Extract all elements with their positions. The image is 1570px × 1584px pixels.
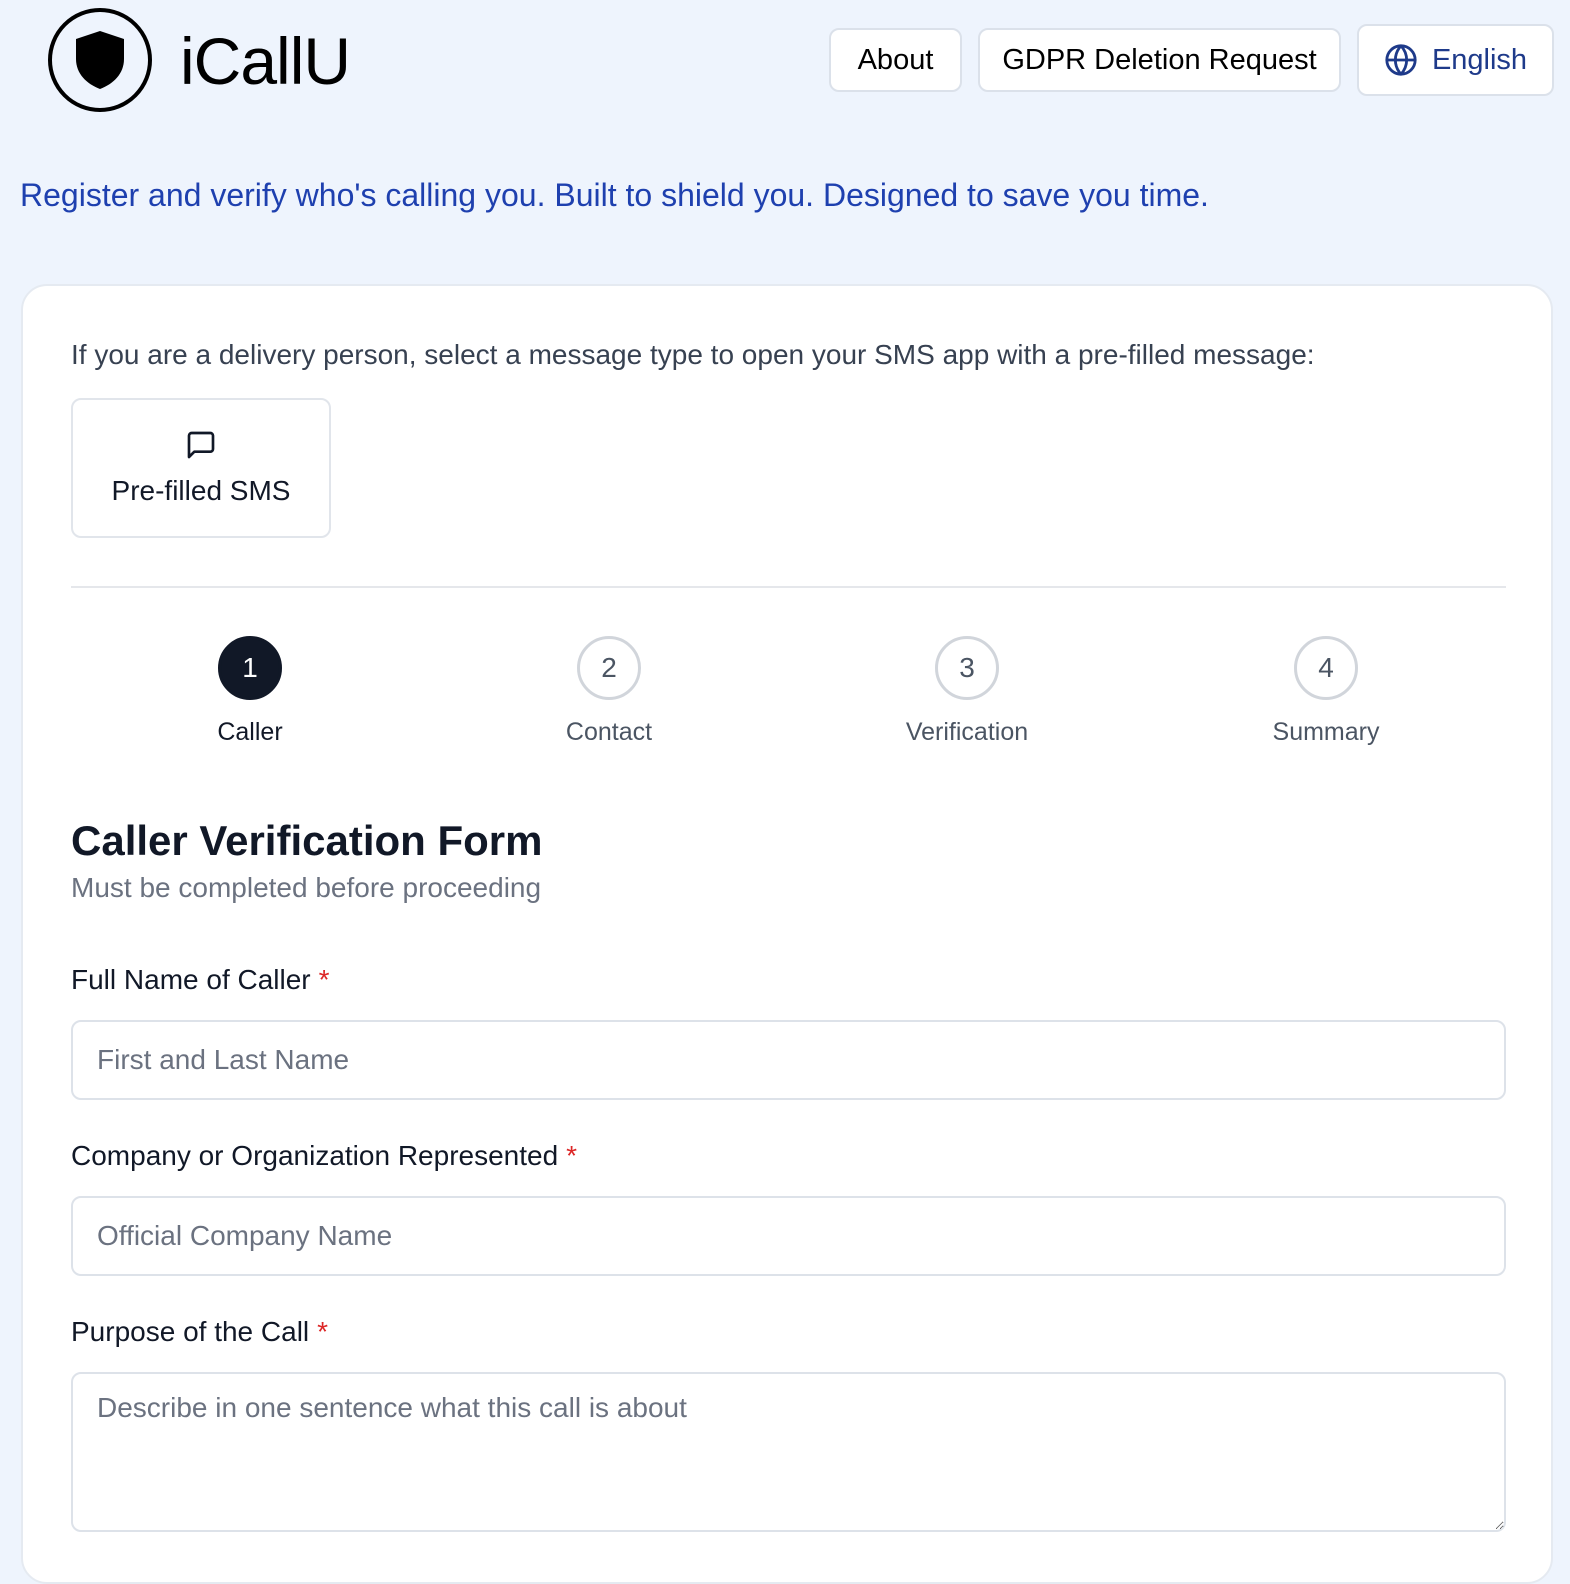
step-summary[interactable]: 4 Summary <box>1226 636 1426 748</box>
required-marker: * <box>318 964 330 995</box>
brand-name: iCallU <box>180 24 351 98</box>
message-square-icon <box>187 431 215 459</box>
required-marker: * <box>317 1316 329 1347</box>
full-name-label-text: Full Name of Caller <box>71 964 311 995</box>
step-number: 1 <box>218 636 282 700</box>
company-label-text: Company or Organization Represented <box>71 1140 559 1171</box>
form-title: Caller Verification Form <box>71 817 543 864</box>
step-caller[interactable]: 1 Caller <box>150 636 350 748</box>
shield-icon <box>76 31 124 89</box>
site-header: iCallU About GDPR Deletion Request Engli… <box>0 0 1570 125</box>
divider <box>71 586 1506 588</box>
step-label: Summary <box>1272 718 1380 746</box>
full-name-label: Full Name of Caller * <box>71 962 330 998</box>
purpose-textarea[interactable] <box>71 1372 1506 1532</box>
prefilled-sms-button[interactable]: Pre-filled SMS <box>71 398 331 538</box>
sms-intro-text: If you are a delivery person, select a m… <box>71 339 1315 370</box>
globe-icon <box>1385 44 1417 76</box>
logo[interactable] <box>48 8 152 112</box>
company-label: Company or Organization Represented * <box>71 1138 577 1174</box>
step-verification[interactable]: 3 Verification <box>867 636 1067 748</box>
step-label: Contact <box>565 718 653 746</box>
purpose-label: Purpose of the Call * <box>71 1314 328 1350</box>
language-selector-button[interactable]: English <box>1357 24 1554 96</box>
step-number: 3 <box>935 636 999 700</box>
full-name-input[interactable] <box>71 1020 1506 1100</box>
form-subtitle: Must be completed before proceeding <box>71 872 542 903</box>
tagline: Register and verify who's calling you. B… <box>20 177 1209 213</box>
company-input[interactable] <box>71 1196 1506 1276</box>
step-contact[interactable]: 2 Contact <box>509 636 709 748</box>
language-label: English <box>1431 43 1528 76</box>
main-card: If you are a delivery person, select a m… <box>21 284 1553 1584</box>
purpose-label-text: Purpose of the Call <box>71 1316 310 1347</box>
step-number: 4 <box>1294 636 1358 700</box>
step-number: 2 <box>577 636 641 700</box>
about-button[interactable]: About <box>829 28 962 92</box>
step-label: Verification <box>905 718 1029 746</box>
gdpr-deletion-request-button[interactable]: GDPR Deletion Request <box>978 28 1341 92</box>
required-marker: * <box>566 1140 578 1171</box>
step-label: Caller <box>217 718 283 746</box>
prefilled-sms-label: Pre-filled SMS <box>111 475 291 506</box>
